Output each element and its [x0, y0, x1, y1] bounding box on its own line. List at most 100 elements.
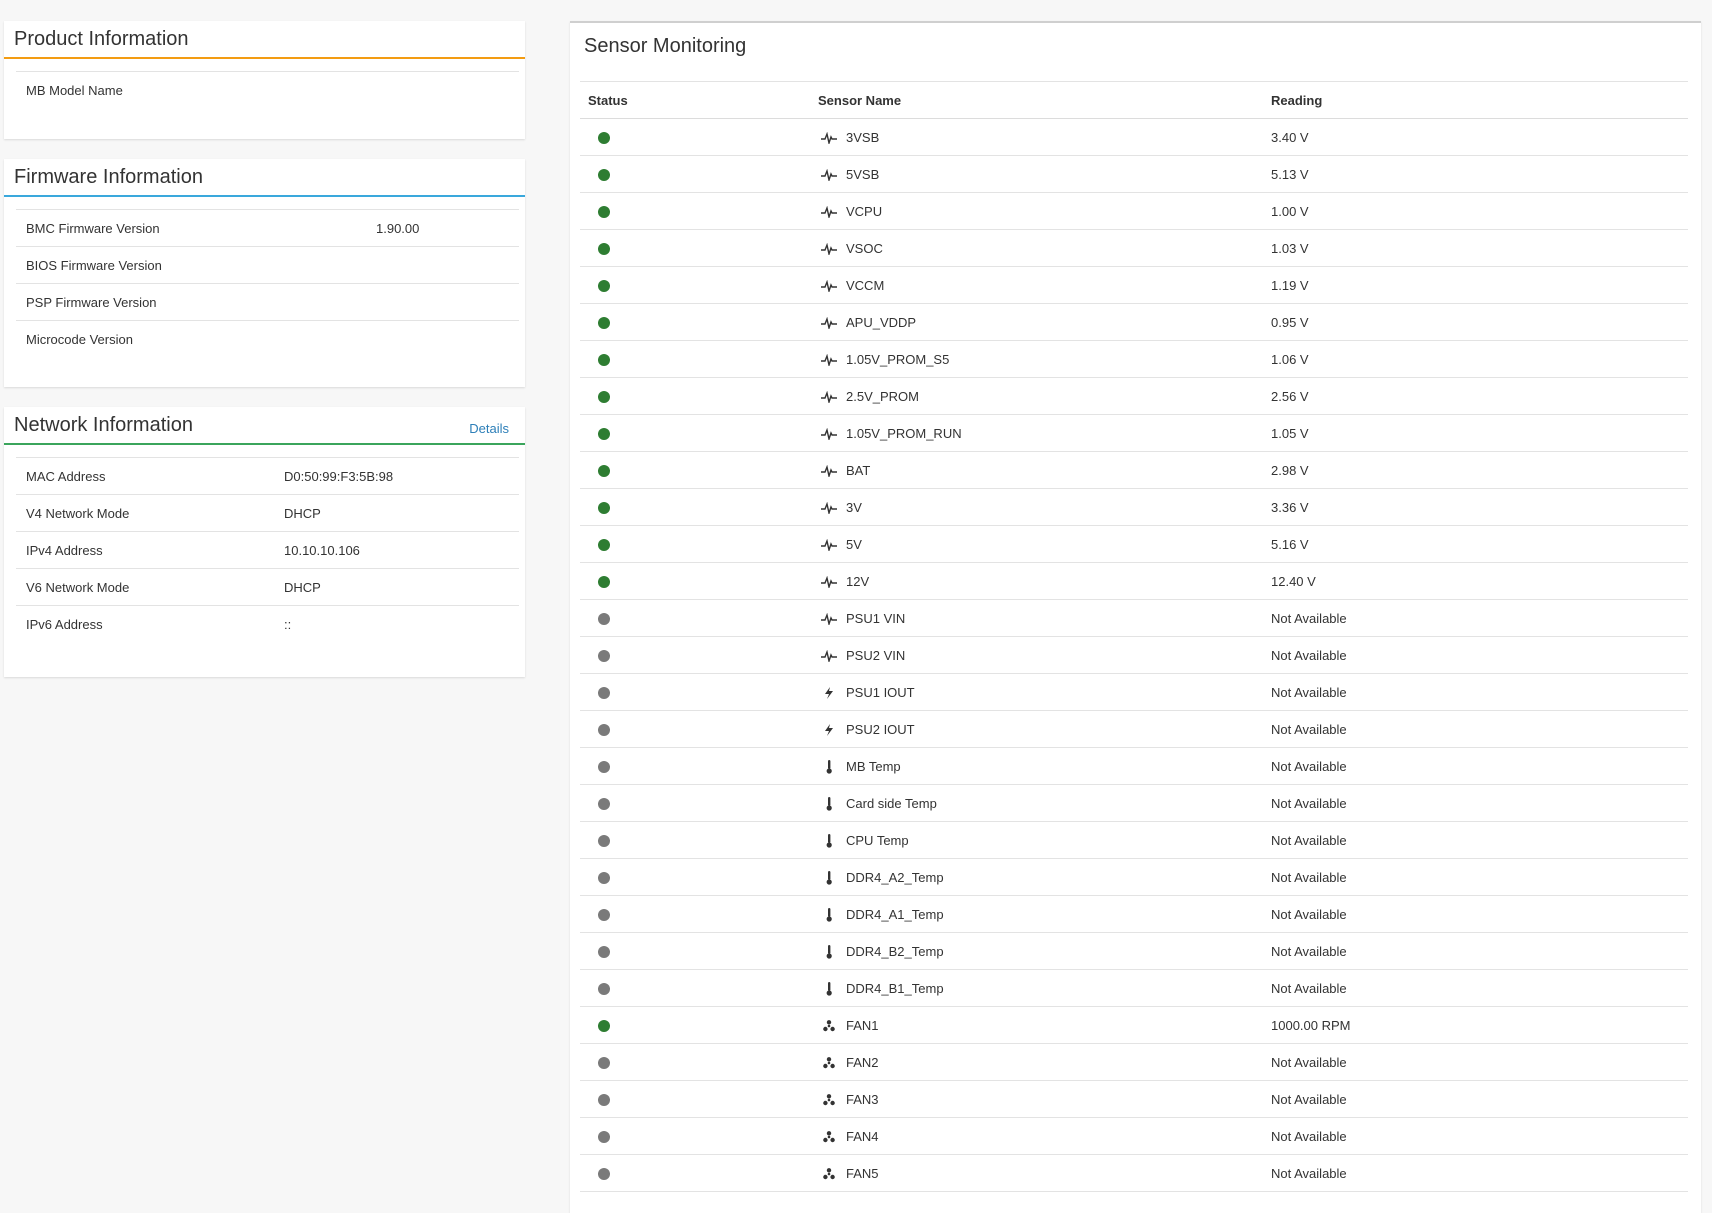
table-row[interactable]: FAN2 Not Available [580, 1043, 1688, 1081]
sensor-reading: 1.19 V [1263, 266, 1688, 304]
row-label: BMC Firmware Version [16, 209, 366, 247]
column-header-reading[interactable]: Reading [1263, 81, 1688, 119]
status-indicator-icon [598, 798, 610, 811]
table-row[interactable]: 2.5V_PROM 2.56 V [580, 377, 1688, 415]
status-cell [580, 155, 810, 193]
status-cell [580, 969, 810, 1007]
sensor-name[interactable]: 3V [846, 500, 862, 515]
sensor-name[interactable]: DDR4_B1_Temp [846, 981, 944, 996]
sensor-name[interactable]: 1.05V_PROM_S5 [846, 352, 949, 367]
table-row[interactable]: 5V 5.16 V [580, 525, 1688, 563]
network-details-link[interactable]: Details [469, 421, 509, 436]
table-row[interactable]: FAN5 Not Available [580, 1154, 1688, 1192]
table-row[interactable]: DDR4_A1_Temp Not Available [580, 895, 1688, 933]
table-row[interactable]: MB Temp Not Available [580, 747, 1688, 785]
status-indicator-icon [598, 909, 610, 922]
voltage-icon [820, 427, 838, 440]
status-indicator-icon [598, 983, 610, 996]
sensor-name[interactable]: 1.05V_PROM_RUN [846, 426, 962, 441]
table-row[interactable]: PSU2 IOUT Not Available [580, 710, 1688, 748]
sensor-name[interactable]: VCCM [846, 278, 884, 293]
table-row[interactable]: 5VSB 5.13 V [580, 155, 1688, 193]
sensor-name[interactable]: PSU2 VIN [846, 648, 905, 663]
sensor-reading: Not Available [1263, 821, 1688, 859]
table-row[interactable]: CPU Temp Not Available [580, 821, 1688, 859]
table-row[interactable]: DDR4_B1_Temp Not Available [580, 969, 1688, 1007]
sensor-name[interactable]: FAN1 [846, 1018, 879, 1033]
row-value [366, 283, 519, 321]
status-indicator-icon [598, 169, 610, 182]
sensor-name-cell: BAT [810, 451, 1263, 489]
table-row[interactable]: VCCM 1.19 V [580, 266, 1688, 304]
column-header-status[interactable]: Status [580, 81, 810, 119]
product-information-table: MB Model Name [16, 71, 519, 108]
row-value [366, 246, 519, 284]
sensor-name-cell: DDR4_A1_Temp [810, 895, 1263, 933]
sensor-name-cell: PSU1 VIN [810, 599, 1263, 637]
sensor-name[interactable]: CPU Temp [846, 833, 909, 848]
status-indicator-icon [598, 317, 610, 330]
sensor-name[interactable]: VCPU [846, 204, 882, 219]
table-row[interactable]: PSU1 VIN Not Available [580, 599, 1688, 637]
status-indicator-icon [598, 132, 610, 145]
sensor-name[interactable]: 12V [846, 574, 869, 589]
sensor-name[interactable]: 5VSB [846, 167, 879, 182]
row-label: PSP Firmware Version [16, 283, 366, 321]
sensor-name[interactable]: DDR4_A2_Temp [846, 870, 944, 885]
sensor-name[interactable]: 3VSB [846, 130, 879, 145]
table-row[interactable]: DDR4_A2_Temp Not Available [580, 858, 1688, 896]
sensor-name[interactable]: Card side Temp [846, 796, 937, 811]
table-row[interactable]: APU_VDDP 0.95 V [580, 303, 1688, 341]
sensor-name[interactable]: APU_VDDP [846, 315, 916, 330]
column-header-sensor-name[interactable]: Sensor Name [810, 81, 1263, 119]
sensor-name[interactable]: MB Temp [846, 759, 901, 774]
fan-icon [820, 1167, 838, 1180]
status-indicator-icon [598, 1020, 610, 1033]
status-cell [580, 1117, 810, 1155]
sensor-name[interactable]: FAN5 [846, 1166, 879, 1181]
sensor-reading: Not Available [1263, 1117, 1688, 1155]
status-indicator-icon [598, 1168, 610, 1181]
sensor-name[interactable]: 2.5V_PROM [846, 389, 919, 404]
sensor-name[interactable]: PSU1 IOUT [846, 685, 915, 700]
voltage-icon [820, 464, 838, 477]
status-indicator-icon [598, 428, 610, 441]
table-row[interactable]: 1.05V_PROM_RUN 1.05 V [580, 414, 1688, 452]
status-cell [580, 1006, 810, 1044]
table-row[interactable]: 1.05V_PROM_S5 1.06 V [580, 340, 1688, 378]
table-row[interactable]: VSOC 1.03 V [580, 229, 1688, 267]
table-row[interactable]: FAN3 Not Available [580, 1080, 1688, 1118]
table-row[interactable]: FAN1 1000.00 RPM [580, 1006, 1688, 1044]
table-row[interactable]: DDR4_B2_Temp Not Available [580, 932, 1688, 970]
sensor-reading: Not Available [1263, 858, 1688, 896]
table-row[interactable]: 3V 3.36 V [580, 488, 1688, 526]
table-row[interactable]: 3VSB 3.40 V [580, 118, 1688, 156]
sensor-name[interactable]: FAN2 [846, 1055, 879, 1070]
status-cell [580, 488, 810, 526]
sensor-monitoring-title: Sensor Monitoring [584, 35, 747, 57]
table-row[interactable]: BAT 2.98 V [580, 451, 1688, 489]
sensor-name[interactable]: VSOC [846, 241, 883, 256]
sensor-name[interactable]: DDR4_A1_Temp [846, 907, 944, 922]
status-indicator-icon [598, 354, 610, 367]
sensor-name[interactable]: PSU2 IOUT [846, 722, 915, 737]
table-row[interactable]: Card side Temp Not Available [580, 784, 1688, 822]
table-row[interactable]: VCPU 1.00 V [580, 192, 1688, 230]
table-row[interactable]: 12V 12.40 V [580, 562, 1688, 600]
sensor-name[interactable]: FAN3 [846, 1092, 879, 1107]
sensor-name-cell: Card side Temp [810, 784, 1263, 822]
sensor-name[interactable]: DDR4_B2_Temp [846, 944, 944, 959]
table-row[interactable]: FAN4 Not Available [580, 1117, 1688, 1155]
sensor-name[interactable]: BAT [846, 463, 870, 478]
table-row[interactable]: PSU1 IOUT Not Available [580, 673, 1688, 711]
sensor-name[interactable]: PSU1 VIN [846, 611, 905, 626]
sensor-name[interactable]: 5V [846, 537, 862, 552]
sensor-name[interactable]: FAN4 [846, 1129, 879, 1144]
sensor-reading: 0.95 V [1263, 303, 1688, 341]
table-row: V6 Network Mode DHCP [16, 568, 519, 606]
row-label: Microcode Version [16, 320, 366, 357]
row-value: DHCP [274, 568, 519, 606]
sensor-reading: Not Available [1263, 710, 1688, 748]
status-cell [580, 673, 810, 711]
table-row[interactable]: PSU2 VIN Not Available [580, 636, 1688, 674]
